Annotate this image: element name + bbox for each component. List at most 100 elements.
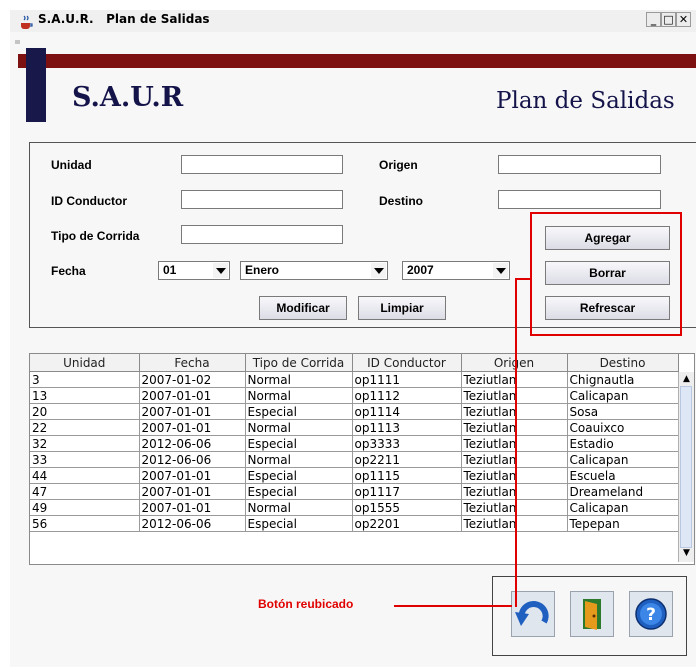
scroll-up-arrow-icon[interactable]: ▲ bbox=[679, 372, 694, 387]
column-header[interactable]: Fecha bbox=[139, 354, 246, 372]
cell-origen: Teziutlan bbox=[461, 515, 568, 532]
cell-tipo: Normal bbox=[245, 419, 353, 436]
cell-fecha: 2007-01-01 bbox=[139, 483, 246, 500]
table-header-row: Unidad Fecha Tipo de Corrida ID Conducto… bbox=[30, 354, 679, 372]
year-select[interactable]: 2007 bbox=[402, 261, 510, 280]
header-bar bbox=[18, 54, 696, 68]
table-row[interactable]: 20 2007-01-01 Especial op1114 Teziutlan Sosa bbox=[30, 403, 679, 420]
column-header[interactable]: Destino bbox=[567, 354, 679, 372]
column-header[interactable]: ID Conductor bbox=[352, 354, 462, 372]
cell-origen: Teziutlan bbox=[461, 435, 568, 452]
cell-tipo: Especial bbox=[245, 483, 353, 500]
cell-conductor: op2211 bbox=[352, 451, 462, 468]
cell-origen: Teziutlan bbox=[461, 451, 568, 468]
cell-unidad: 13 bbox=[30, 387, 140, 404]
unidad-input[interactable] bbox=[181, 155, 343, 174]
cell-tipo: Normal bbox=[245, 371, 353, 388]
cell-fecha: 2007-01-02 bbox=[139, 371, 246, 388]
cell-tipo: Normal bbox=[245, 451, 353, 468]
undo-icon bbox=[515, 601, 549, 626]
salidas-table: Unidad Fecha Tipo de Corrida ID Conducto… bbox=[29, 353, 695, 565]
chevron-down-icon[interactable] bbox=[493, 263, 508, 278]
column-header[interactable]: Tipo de Corrida bbox=[245, 354, 353, 372]
cell-fecha: 2007-01-01 bbox=[139, 387, 246, 404]
destino-input[interactable] bbox=[498, 190, 661, 209]
annotation-highlight-box bbox=[530, 212, 682, 336]
cell-destino: Sosa bbox=[567, 403, 679, 420]
annotation-connector bbox=[394, 605, 512, 607]
table-row[interactable]: 49 2007-01-01 Normal op1555 Teziutlan Calicap… bbox=[30, 499, 679, 516]
cell-destino: Coauixco bbox=[567, 419, 679, 436]
help-button[interactable]: ? bbox=[629, 591, 673, 637]
table-row[interactable]: 3 2007-01-02 Normal op1111 Teziutlan Chignaut… bbox=[30, 371, 679, 388]
cell-origen: Teziutlan bbox=[461, 371, 568, 388]
cell-destino: Calicapan bbox=[567, 387, 679, 404]
cell-origen: Teziutlan bbox=[461, 387, 568, 404]
cell-tipo: Especial bbox=[245, 403, 353, 420]
chevron-down-icon[interactable] bbox=[213, 263, 228, 278]
origen-input[interactable] bbox=[498, 155, 661, 174]
minimize-button[interactable]: _ bbox=[646, 12, 661, 27]
svg-text:?: ? bbox=[646, 605, 656, 625]
app-logo-text: S.A.U.R bbox=[72, 82, 184, 113]
column-header[interactable]: Unidad bbox=[30, 354, 140, 372]
annotation-connector bbox=[515, 278, 530, 280]
cell-destino: Chignautla bbox=[567, 371, 679, 388]
column-header[interactable]: Origen bbox=[461, 354, 568, 372]
scroll-down-arrow-icon[interactable]: ▼ bbox=[679, 546, 694, 561]
maximize-button[interactable]: □ bbox=[661, 12, 676, 27]
tipo-corrida-input[interactable] bbox=[181, 225, 343, 244]
cell-fecha: 2012-06-06 bbox=[139, 435, 246, 452]
undo-button[interactable] bbox=[511, 591, 555, 637]
scrollbar-thumb[interactable] bbox=[680, 386, 692, 548]
destino-label: Destino bbox=[379, 194, 424, 208]
cell-unidad: 44 bbox=[30, 467, 140, 484]
cell-destino: Calicapan bbox=[567, 451, 679, 468]
cell-conductor: op1113 bbox=[352, 419, 462, 436]
cell-unidad: 22 bbox=[30, 419, 140, 436]
table-row[interactable]: 22 2007-01-01 Normal op1113 Teziutlan Coauixc… bbox=[30, 419, 679, 436]
exit-button[interactable] bbox=[570, 591, 614, 637]
cell-unidad: 3 bbox=[30, 371, 140, 388]
window-body bbox=[10, 32, 696, 667]
annotation-connector bbox=[515, 278, 517, 607]
cell-conductor: op1555 bbox=[352, 499, 462, 516]
close-button[interactable]: ✕ bbox=[676, 12, 691, 27]
month-select[interactable]: Enero bbox=[240, 261, 388, 280]
conductor-input[interactable] bbox=[181, 190, 343, 209]
cell-origen: Teziutlan bbox=[461, 499, 568, 516]
cell-fecha: 2007-01-01 bbox=[139, 467, 246, 484]
table-row[interactable]: 32 2012-06-06 Especial op3333 Teziutlan Estad… bbox=[30, 435, 679, 452]
table-row[interactable]: 47 2007-01-01 Especial op1117 Teziutlan Dream… bbox=[30, 483, 679, 500]
page-title: Plan de Salidas bbox=[496, 88, 675, 114]
decorative-divider bbox=[15, 40, 20, 44]
cell-tipo: Especial bbox=[245, 515, 353, 532]
cell-origen: Teziutlan bbox=[461, 483, 568, 500]
day-value: 01 bbox=[163, 263, 177, 277]
cell-fecha: 2007-01-01 bbox=[139, 403, 246, 420]
annotation-label: Botón reubicado bbox=[258, 597, 354, 611]
window-title: S.A.U.R. Plan de Salidas bbox=[38, 12, 210, 26]
cell-origen: Teziutlan bbox=[461, 403, 568, 420]
unidad-label: Unidad bbox=[51, 158, 92, 172]
cell-tipo: Normal bbox=[245, 499, 353, 516]
modificar-button[interactable]: Modificar bbox=[259, 296, 347, 320]
day-select[interactable]: 01 bbox=[158, 261, 230, 280]
table-row[interactable]: 33 2012-06-06 Normal op2211 Teziutlan Calicap… bbox=[30, 451, 679, 468]
cell-fecha: 2012-06-06 bbox=[139, 451, 246, 468]
cell-unidad: 56 bbox=[30, 515, 140, 532]
header-accent-block bbox=[26, 48, 46, 122]
cell-destino: Estadio bbox=[567, 435, 679, 452]
cell-fecha: 2012-06-06 bbox=[139, 515, 246, 532]
cell-conductor: op3333 bbox=[352, 435, 462, 452]
table-row[interactable]: 56 2012-06-06 Especial op2201 Teziutlan Tepep… bbox=[30, 515, 679, 532]
chevron-down-icon[interactable] bbox=[371, 263, 386, 278]
cell-unidad: 49 bbox=[30, 499, 140, 516]
table-row[interactable]: 13 2007-01-01 Normal op1112 Teziutlan Calicap… bbox=[30, 387, 679, 404]
cell-unidad: 32 bbox=[30, 435, 140, 452]
cell-conductor: op1111 bbox=[352, 371, 462, 388]
cell-destino: Escuela bbox=[567, 467, 679, 484]
origen-label: Origen bbox=[379, 158, 418, 172]
table-row[interactable]: 44 2007-01-01 Especial op1115 Teziutlan Escue… bbox=[30, 467, 679, 484]
limpiar-button[interactable]: Limpiar bbox=[358, 296, 446, 320]
